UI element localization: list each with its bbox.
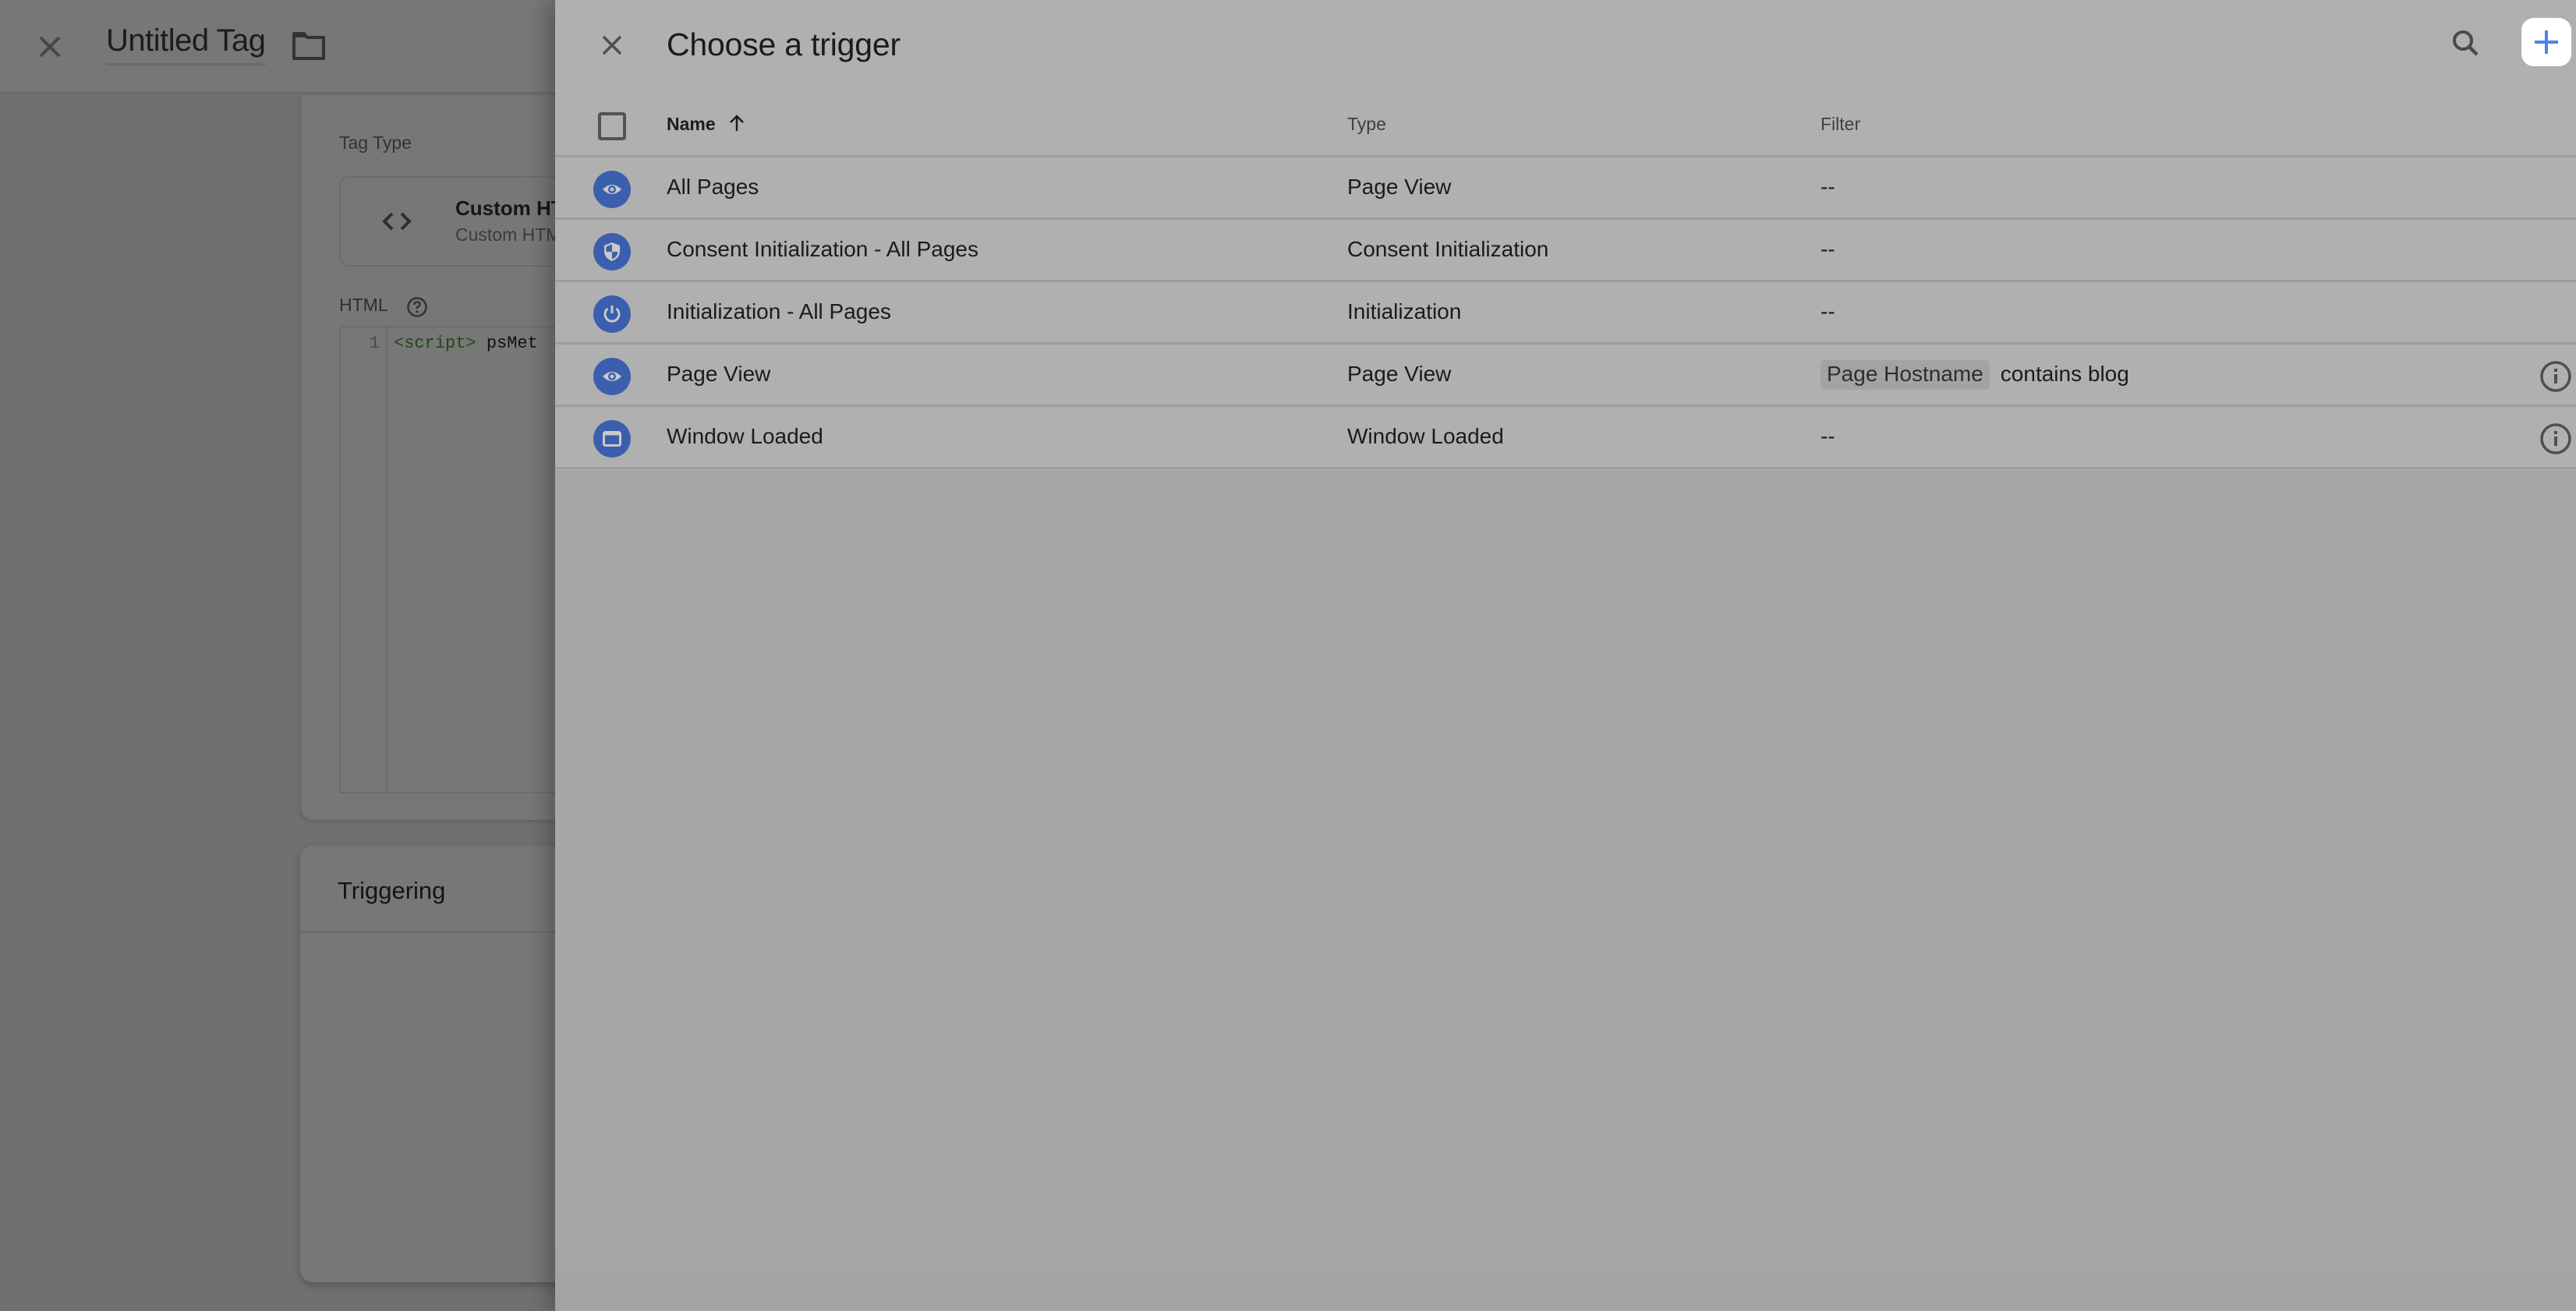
trigger-info-button[interactable]: [2539, 360, 2572, 393]
trigger-row[interactable]: All Pages Page View --: [555, 157, 2576, 220]
trigger-filter: --: [1821, 175, 1835, 199]
trigger-row[interactable]: Window Loaded Window Loaded --: [555, 407, 2576, 469]
close-icon: [39, 36, 61, 58]
folder-icon: [292, 32, 325, 60]
trigger-filter: Page Hostname contains blog: [1821, 360, 2129, 390]
window-icon: [593, 420, 631, 458]
folder-button[interactable]: [292, 31, 326, 61]
filter-condition: contains blog: [2000, 362, 2129, 386]
eye-icon: [593, 171, 631, 208]
trigger-filter: --: [1821, 237, 1835, 261]
power-icon: [593, 295, 631, 333]
column-header-filter[interactable]: Filter: [1821, 114, 1860, 135]
search-button[interactable]: [2448, 26, 2484, 62]
close-icon: [602, 35, 622, 55]
trigger-row[interactable]: Initialization - All Pages Initializatio…: [555, 282, 2576, 345]
code-icon: [382, 212, 412, 231]
info-icon: [2540, 361, 2571, 392]
add-trigger-button[interactable]: [2521, 18, 2571, 66]
tag-type-subtitle: Custom HTML: [455, 224, 571, 245]
trigger-type: Initialization: [1347, 299, 1462, 323]
trigger-type: Page View: [1347, 175, 1452, 199]
panel-title: Choose a trigger: [667, 27, 901, 62]
code-text: psMet: [476, 334, 538, 353]
trigger-table: Name Type Filter All Pages Page View -- …: [555, 97, 2576, 469]
tag-type-label: Tag Type: [339, 133, 412, 153]
trigger-row[interactable]: Consent Initialization - All Pages Conse…: [555, 220, 2576, 282]
shield-icon: [593, 233, 631, 270]
trigger-name[interactable]: Initialization - All Pages: [667, 299, 891, 324]
code-gutter: 1: [341, 327, 387, 792]
filter-variable-chip: Page Hostname: [1821, 360, 1990, 390]
trigger-filter: --: [1821, 424, 1835, 448]
search-icon: [2453, 30, 2479, 56]
trigger-info-button[interactable]: [2539, 422, 2572, 455]
trigger-name[interactable]: All Pages: [667, 175, 759, 200]
trigger-type: Window Loaded: [1347, 424, 1504, 448]
plus-icon: [2535, 30, 2558, 54]
column-name-label: Name: [667, 114, 716, 134]
line-number: 1: [369, 334, 380, 353]
select-all-checkbox[interactable]: [598, 112, 626, 140]
editor-left-gutter: [0, 95, 301, 1311]
code-script-tag: <script>: [394, 334, 476, 353]
choose-trigger-panel: Choose a trigger Name Type Filter All Pa…: [555, 0, 2576, 1311]
trigger-name[interactable]: Window Loaded: [667, 424, 823, 449]
code-line: <script> psMet: [394, 334, 538, 353]
trigger-type: Page View: [1347, 362, 1452, 386]
trigger-filter: --: [1821, 299, 1835, 323]
close-panel-button[interactable]: [596, 30, 628, 61]
trigger-name[interactable]: Consent Initialization - All Pages: [667, 237, 978, 262]
trigger-name[interactable]: Page View: [667, 362, 770, 387]
column-header-name[interactable]: Name: [667, 114, 745, 135]
tag-title-input[interactable]: Untitled Tag: [106, 23, 266, 65]
table-header: Name Type Filter: [555, 97, 2576, 157]
close-editor-button[interactable]: [31, 28, 69, 65]
eye-icon: [593, 358, 631, 395]
trigger-type: Consent Initialization: [1347, 237, 1549, 261]
html-field-label: HTML: [339, 295, 388, 315]
triggering-title: Triggering: [338, 877, 446, 904]
trigger-row[interactable]: Page View Page View Page Hostname contain…: [555, 345, 2576, 407]
column-header-type[interactable]: Type: [1347, 114, 1386, 135]
info-icon: [2540, 423, 2571, 454]
sort-ascending-icon: [730, 115, 744, 131]
help-icon[interactable]: [406, 296, 428, 318]
